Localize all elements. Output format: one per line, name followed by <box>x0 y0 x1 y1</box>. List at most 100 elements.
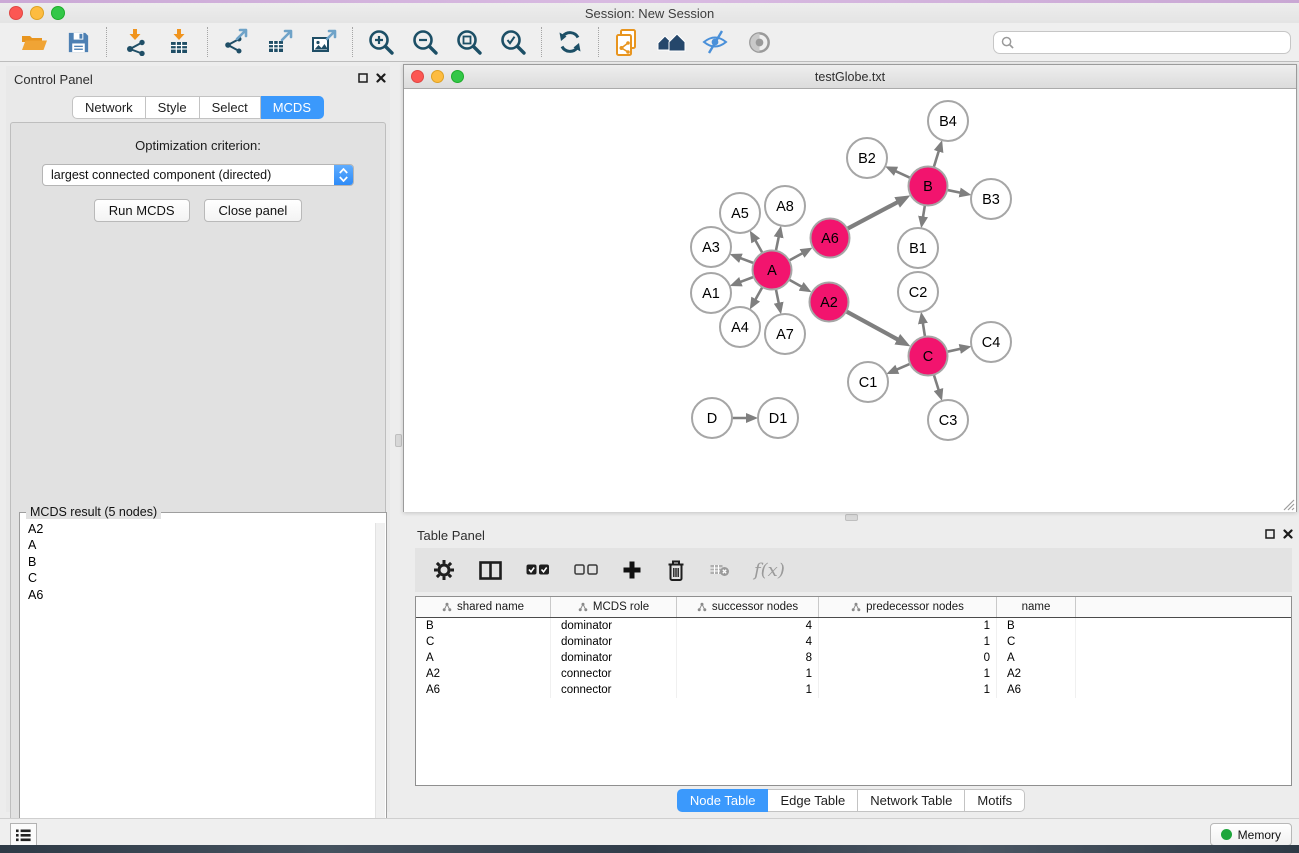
cell-mcds-role[interactable]: connector <box>551 682 677 698</box>
cell-successor-nodes[interactable]: 4 <box>677 618 819 634</box>
vertical-splitter-grip[interactable] <box>395 434 402 447</box>
node-B4[interactable]: B4 <box>928 101 968 141</box>
optimization-criterion-dropdown[interactable]: largest connected component (directed) <box>42 164 354 186</box>
node-C1[interactable]: C1 <box>848 362 888 402</box>
edge-A2-C[interactable] <box>844 310 898 340</box>
result-item-c[interactable]: C <box>28 570 386 586</box>
result-item-a6[interactable]: A6 <box>28 587 386 603</box>
result-scrollbar[interactable] <box>375 523 385 851</box>
float-panel-icon[interactable] <box>1265 529 1275 539</box>
open-session-button[interactable] <box>16 26 52 58</box>
cell-name[interactable]: A6 <box>997 682 1076 698</box>
node-B1[interactable]: B1 <box>898 228 938 268</box>
cell-shared-name[interactable]: A <box>416 650 551 666</box>
tab-network[interactable]: Network <box>72 96 146 119</box>
function-builder-button[interactable]: f(x) <box>754 560 785 581</box>
cell-name[interactable]: A2 <box>997 666 1076 682</box>
node-A4[interactable]: A4 <box>720 307 760 347</box>
column-header-name[interactable]: name <box>997 597 1076 617</box>
export-image-button[interactable] <box>306 26 342 58</box>
save-session-button[interactable] <box>60 26 96 58</box>
node-C2[interactable]: C2 <box>898 272 938 312</box>
tab-edge-table[interactable]: Edge Table <box>768 789 858 812</box>
close-panel-icon[interactable] <box>376 73 386 83</box>
tab-node-table[interactable]: Node Table <box>677 789 769 812</box>
birds-eye-view-button[interactable] <box>741 26 777 58</box>
cell-name[interactable]: C <box>997 634 1076 650</box>
close-panel-icon[interactable] <box>1283 529 1293 539</box>
node-C[interactable]: C <box>909 337 948 376</box>
table-row-c[interactable]: Cdominator41C <box>416 634 1291 650</box>
node-A5[interactable]: A5 <box>720 193 760 233</box>
node-A[interactable]: A <box>753 251 792 290</box>
add-column-button[interactable] <box>622 560 642 580</box>
node-B2[interactable]: B2 <box>847 138 887 178</box>
cell-name[interactable]: B <box>997 618 1076 634</box>
node-B[interactable]: B <box>909 167 948 206</box>
memory-button[interactable]: Memory <box>1210 823 1292 846</box>
cell-successor-nodes[interactable]: 8 <box>677 650 819 666</box>
select-all-button[interactable] <box>526 564 550 576</box>
table-row-a6[interactable]: A6connector11A6 <box>416 682 1291 698</box>
float-panel-icon[interactable] <box>358 73 368 83</box>
export-network-button[interactable] <box>218 26 254 58</box>
cell-shared-name[interactable]: C <box>416 634 551 650</box>
result-item-a2[interactable]: A2 <box>28 521 386 537</box>
edge-A6-B[interactable] <box>845 202 898 230</box>
tab-style[interactable]: Style <box>146 96 200 119</box>
delete-column-button[interactable] <box>666 559 686 582</box>
horizontal-splitter-grip[interactable] <box>845 514 858 521</box>
column-header-mcds-role[interactable]: MCDS role <box>551 597 677 617</box>
search-input[interactable] <box>1014 33 1290 53</box>
cell-successor-nodes[interactable]: 1 <box>677 682 819 698</box>
tab-mcds[interactable]: MCDS <box>261 96 324 119</box>
task-history-button[interactable] <box>10 823 37 847</box>
cell-name[interactable]: A <box>997 650 1076 666</box>
cell-predecessor-nodes[interactable]: 1 <box>819 666 997 682</box>
zoom-fit-button[interactable] <box>451 26 487 58</box>
tab-motifs[interactable]: Motifs <box>965 789 1025 812</box>
export-table-button[interactable] <box>262 26 298 58</box>
cell-predecessor-nodes[interactable]: 0 <box>819 650 997 666</box>
network-canvas[interactable]: A5A8A3AA1A4A7A6A2BB2B4B3B1C2CC4C1C3DD1 <box>404 89 1296 512</box>
cell-mcds-role[interactable]: dominator <box>551 634 677 650</box>
network-graph[interactable]: A5A8A3AA1A4A7A6A2BB2B4B3B1C2CC4C1C3DD1 <box>404 89 1296 512</box>
table-row-b[interactable]: Bdominator41B <box>416 618 1291 634</box>
node-A8[interactable]: A8 <box>765 186 805 226</box>
column-header-successor-nodes[interactable]: successor nodes <box>677 597 819 617</box>
result-item-b[interactable]: B <box>28 554 386 570</box>
run-mcds-button[interactable]: Run MCDS <box>94 199 190 222</box>
deselect-all-button[interactable] <box>574 564 598 576</box>
cell-predecessor-nodes[interactable]: 1 <box>819 682 997 698</box>
cell-predecessor-nodes[interactable]: 1 <box>819 634 997 650</box>
close-panel-button[interactable]: Close panel <box>204 199 303 222</box>
table-row-a2[interactable]: A2connector11A2 <box>416 666 1291 682</box>
result-item-a[interactable]: A <box>28 537 386 553</box>
node-D[interactable]: D <box>692 398 732 438</box>
network-window-titlebar[interactable]: testGlobe.txt <box>404 65 1296 89</box>
cell-mcds-role[interactable]: connector <box>551 666 677 682</box>
cell-shared-name[interactable]: A2 <box>416 666 551 682</box>
hide-graphics-details-button[interactable] <box>697 26 733 58</box>
zoom-out-button[interactable] <box>407 26 443 58</box>
delete-table-button[interactable] <box>710 562 730 578</box>
zoom-selected-button[interactable] <box>495 26 531 58</box>
node-D1[interactable]: D1 <box>758 398 798 438</box>
search-field[interactable] <box>993 31 1291 54</box>
table-settings-button[interactable] <box>433 559 455 581</box>
column-header-predecessor-nodes[interactable]: predecessor nodes <box>819 597 997 617</box>
node-A3[interactable]: A3 <box>691 227 731 267</box>
zoom-in-button[interactable] <box>363 26 399 58</box>
cell-predecessor-nodes[interactable]: 1 <box>819 618 997 634</box>
column-header-shared-name[interactable]: shared name <box>416 597 551 617</box>
cell-mcds-role[interactable]: dominator <box>551 618 677 634</box>
node-A1[interactable]: A1 <box>691 273 731 313</box>
import-table-button[interactable] <box>161 26 197 58</box>
import-network-button[interactable] <box>117 26 153 58</box>
refresh-view-button[interactable] <box>552 26 588 58</box>
home-layout-button[interactable] <box>653 26 689 58</box>
cell-successor-nodes[interactable]: 1 <box>677 666 819 682</box>
network-from-selection-button[interactable] <box>609 26 645 58</box>
node-A6[interactable]: A6 <box>811 219 850 258</box>
node-C3[interactable]: C3 <box>928 400 968 440</box>
